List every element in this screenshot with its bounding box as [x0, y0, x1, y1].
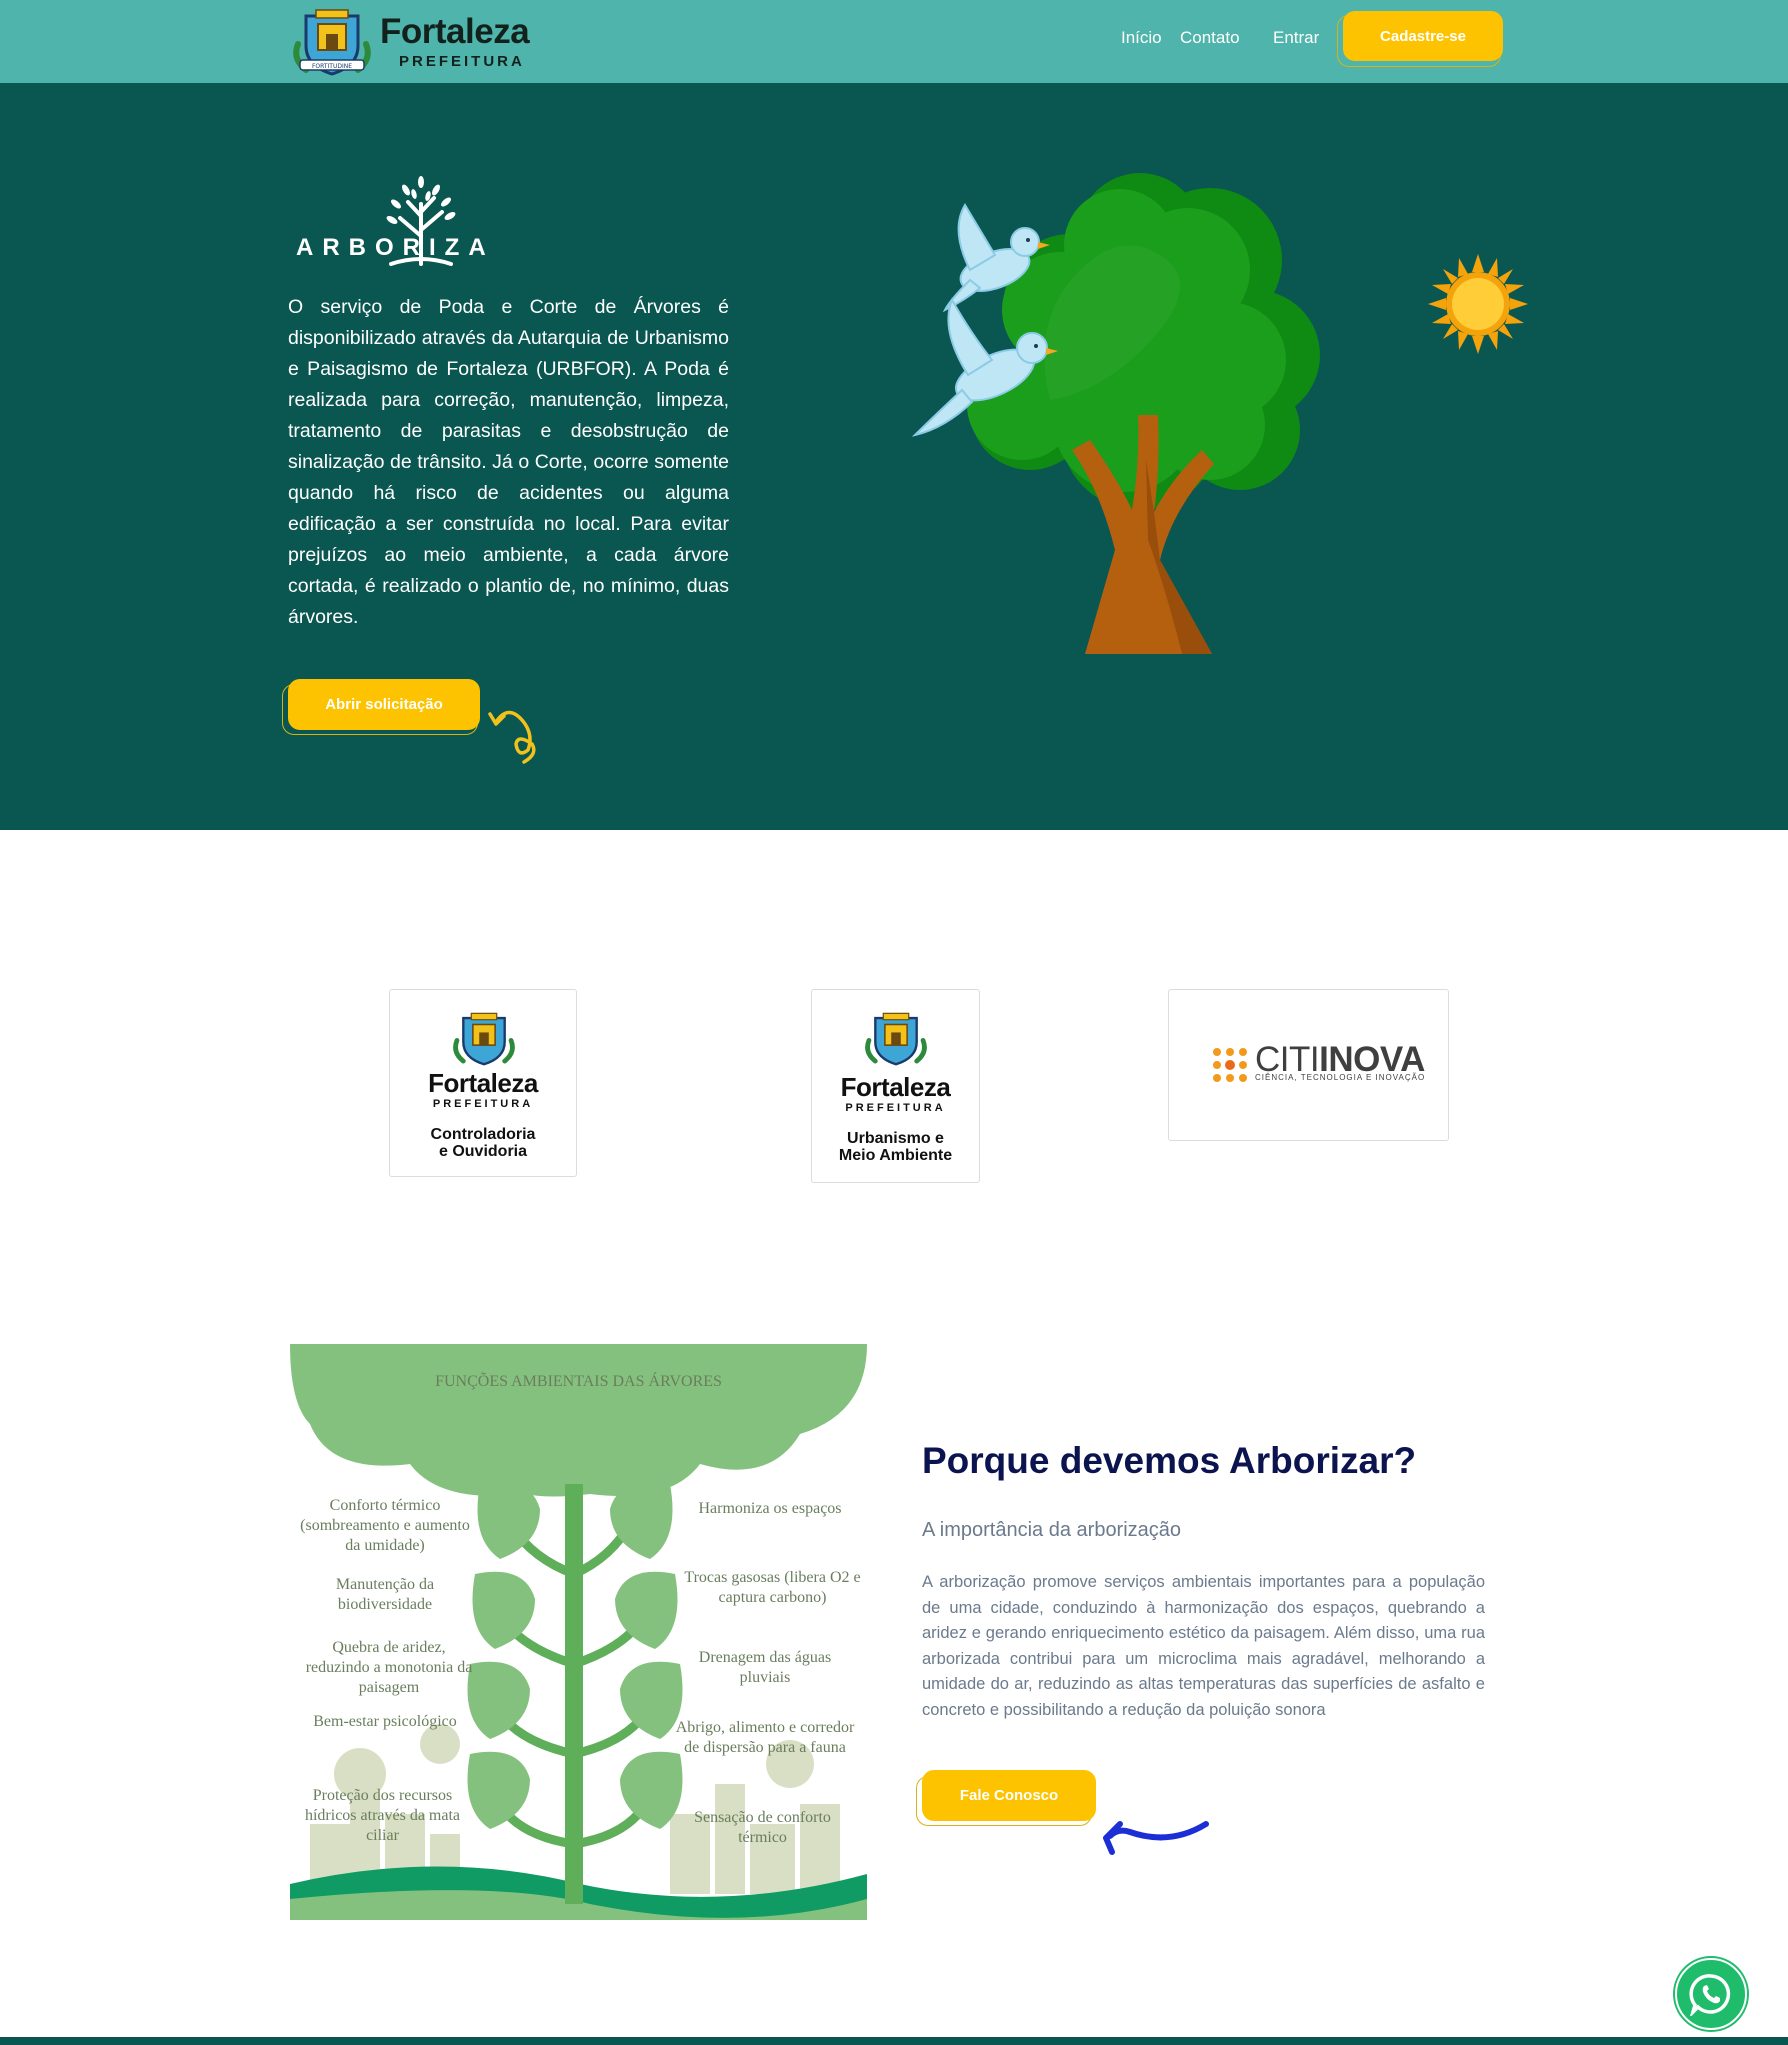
nav-link-inicio[interactable]: Início [1121, 28, 1162, 48]
partner-subtitle: PREFEITURA [432, 1098, 534, 1110]
tree-with-birds-illustration [911, 173, 1320, 654]
open-request-button[interactable]: Abrir solicitação [288, 679, 480, 730]
infographic-left-item: Conforto térmico (sombreamento e aumento… [300, 1497, 470, 1554]
hero-section [0, 83, 1788, 830]
sun-icon [1428, 254, 1528, 354]
partner-wordmark: Fortaleza [840, 1072, 951, 1102]
arboriza-logo-text: ARBORIZA [296, 234, 495, 261]
infographic-left-item: Manutenção da biodiversidade [335, 1576, 435, 1613]
partner-department-line2: Meio Ambiente [838, 1147, 953, 1164]
why-section-title: Porque devemos Arborizar? [922, 1440, 1417, 1481]
hand-drawn-arrow-icon [1103, 1821, 1209, 1855]
infographic-right-item: Trocas gasosas (libera O2 e captura carb… [684, 1569, 861, 1606]
tree-functions-infographic: FUNÇÕES AMBIENTAIS DAS ÁRVORES Conforto … [290, 1344, 867, 1920]
logo-subtitle: PREFEITURA [399, 53, 525, 70]
citinova-tagline: CIÊNCIA, TECNOLOGIA E INOVAÇÃO [1255, 1073, 1426, 1082]
infographic-right-item: Abrigo, alimento e corredor de dispersão… [675, 1719, 855, 1756]
infographic-left-item: Proteção dos recursos hídricos através d… [304, 1787, 461, 1844]
infographic-right-item: Drenagem das águas pluviais [698, 1649, 832, 1686]
curly-arrow-icon [488, 710, 536, 764]
signup-button[interactable]: Cadastre-se [1343, 11, 1503, 61]
top-navbar: FORTITUDINE Fortaleza PREFEITURA Início … [0, 0, 1788, 83]
nav-link-entrar[interactable]: Entrar [1273, 28, 1319, 48]
service-description: O serviço de Poda e Corte de Árvores é d… [288, 296, 729, 628]
infographic-left-item: Quebra de aridez, reduzindo a monotonia … [305, 1639, 473, 1696]
contact-button[interactable]: Fale Conosco [922, 1770, 1096, 1821]
infographic-left-item: Bem-estar psicológico [313, 1713, 457, 1730]
footer-strip [0, 2037, 1788, 2045]
citinova-mark-icon [1213, 1048, 1247, 1082]
prefeitura-fortaleza-logo[interactable]: FORTITUDINE Fortaleza PREFEITURA [288, 4, 538, 78]
partner-card-citinova[interactable]: CITIINOVA CIÊNCIA, TECNOLOGIA E INOVAÇÃO [1168, 989, 1449, 1141]
why-section-text: A arborização promove serviços ambientai… [922, 1573, 1485, 1719]
partner-subtitle: PREFEITURA [845, 1102, 946, 1114]
whatsapp-button[interactable] [1675, 1958, 1747, 2030]
infographic-right-item: Sensação de conforto térmico [694, 1809, 831, 1846]
partner-department-line2: e Ouvidoria [438, 1143, 528, 1160]
partner-card-urbanismo[interactable]: Fortaleza PREFEITURA Urbanismo e Meio Am… [811, 989, 980, 1183]
svg-text:FORTITUDINE: FORTITUDINE [312, 63, 352, 70]
partner-department-line1: Controladoria [430, 1126, 536, 1143]
city-coat-of-arms-icon [865, 1012, 927, 1066]
city-coat-of-arms-icon [453, 1012, 515, 1066]
infographic-title: FUNÇÕES AMBIENTAIS DAS ÁRVORES [435, 1373, 722, 1390]
partner-wordmark: Fortaleza [428, 1068, 538, 1098]
city-coat-of-arms-icon: FORTITUDINE [293, 9, 371, 76]
arboriza-logo: ARBORIZA [296, 176, 486, 266]
infographic-right-item: Harmoniza os espaços [698, 1500, 842, 1517]
logo-wordmark: Fortaleza [380, 12, 530, 51]
partner-card-controladoria[interactable]: Fortaleza PREFEITURA Controladoria e Ouv… [389, 989, 577, 1177]
nav-link-contato[interactable]: Contato [1180, 28, 1240, 48]
why-section-subtitle: A importância da arborização [922, 1519, 1182, 1541]
whatsapp-icon [1689, 1974, 1731, 2016]
partner-department-line1: Urbanismo e [847, 1130, 944, 1147]
